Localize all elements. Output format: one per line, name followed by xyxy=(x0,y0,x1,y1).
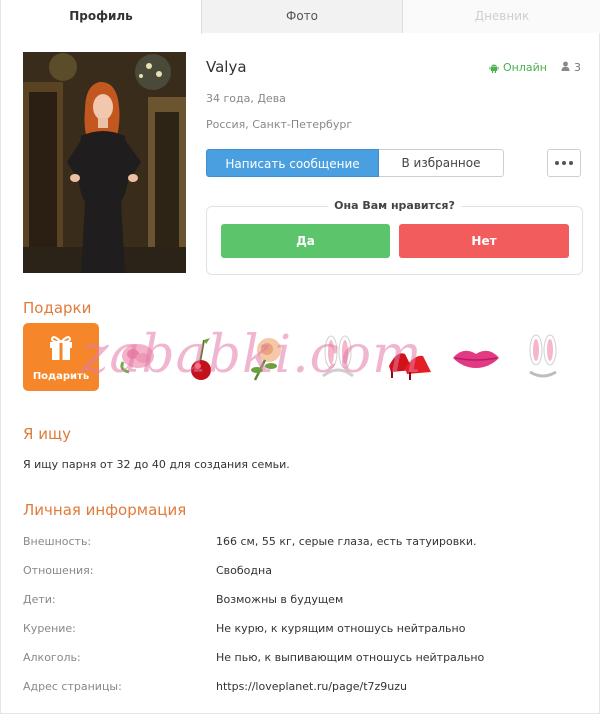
tab-photo[interactable]: Фото xyxy=(202,0,403,33)
profile-photo[interactable] xyxy=(23,52,186,273)
info-row-relationship: Отношения: Свободна xyxy=(23,564,583,580)
more-options-button[interactable] xyxy=(547,149,581,177)
info-label: Адрес страницы: xyxy=(23,680,122,693)
personal-info-heading: Личная информация xyxy=(23,501,187,519)
location: Россия, Санкт-Петербург xyxy=(206,118,353,131)
info-value: Не курю, к курящим отношусь нейтрально xyxy=(216,622,466,635)
viewers-count-value: 3 xyxy=(574,61,581,74)
tab-diary[interactable]: Дневник xyxy=(403,0,600,33)
info-label: Отношения: xyxy=(23,564,94,577)
gift-item[interactable] xyxy=(449,332,503,384)
android-icon xyxy=(489,63,499,73)
tab-profile[interactable]: Профиль xyxy=(1,0,202,34)
give-gift-label: Подарить xyxy=(32,371,90,382)
gift-item[interactable] xyxy=(241,332,295,384)
profile-page: Профиль Фото Дневник Valya Онлайн 3 34 г… xyxy=(0,0,600,714)
gift-item[interactable] xyxy=(176,332,230,384)
online-status: Онлайн xyxy=(489,61,547,74)
give-gift-button[interactable]: Подарить xyxy=(23,323,99,391)
bunny-ears-icon xyxy=(322,335,354,378)
more-dot xyxy=(562,161,566,165)
like-question: Она Вам нравится? xyxy=(207,199,582,212)
info-row-smoking: Курение: Не курю, к курящим отношусь ней… xyxy=(23,622,583,638)
more-dot xyxy=(569,161,573,165)
tab-bar: Профиль Фото Дневник xyxy=(1,0,600,34)
online-label: Онлайн xyxy=(503,61,547,74)
gift-item[interactable] xyxy=(516,332,570,384)
write-message-button[interactable]: Написать сообщение xyxy=(206,149,379,177)
page-address-link[interactable]: https://loveplanet.ru/page/t7z9uzu xyxy=(216,680,407,693)
info-row-children: Дети: Возможны в будущем xyxy=(23,593,583,609)
info-row-appearance: Внешность: 166 см, 55 кг, серые глаза, е… xyxy=(23,535,583,551)
gifts-heading: Подарки xyxy=(23,299,92,317)
info-label: Алкоголь: xyxy=(23,651,81,664)
seeking-text: Я ищу парня от 32 до 40 для создания сем… xyxy=(23,458,290,471)
gift-item[interactable] xyxy=(383,332,437,384)
info-row-page-address: Адрес страницы: https://loveplanet.ru/pa… xyxy=(23,680,583,696)
seeking-heading: Я ищу xyxy=(23,425,71,443)
red-shoes-icon xyxy=(389,353,431,380)
cherry-icon xyxy=(191,338,211,380)
lips-icon xyxy=(453,350,499,368)
user-icon xyxy=(561,61,570,74)
info-row-alcohol: Алкоголь: Не пью, к выпивающим отношусь … xyxy=(23,651,583,667)
like-panel: Она Вам нравится? Да Нет xyxy=(206,199,583,275)
like-no-button[interactable]: Нет xyxy=(399,224,569,258)
like-yes-button[interactable]: Да xyxy=(221,224,390,258)
info-value: 166 см, 55 кг, серые глаза, есть татуиро… xyxy=(216,535,477,548)
age-zodiac: 34 года, Дева xyxy=(206,92,286,105)
add-to-favorites-button[interactable]: В избранное xyxy=(379,149,504,177)
info-value: Свободна xyxy=(216,564,272,577)
rose-flower-icon xyxy=(251,338,281,381)
gift-item[interactable] xyxy=(111,332,165,384)
info-label: Курение: xyxy=(23,622,76,635)
like-question-text: Она Вам нравится? xyxy=(328,199,461,212)
info-label: Дети: xyxy=(23,593,56,606)
more-dots-icon xyxy=(555,161,559,165)
bunny-ears-icon xyxy=(529,334,557,378)
info-value: Не пью, к выпивающим отношусь нейтрально xyxy=(216,651,485,664)
rose-icon xyxy=(120,344,154,374)
info-label: Внешность: xyxy=(23,535,92,548)
profile-name: Valya xyxy=(206,58,247,76)
viewers-count: 3 xyxy=(561,61,581,74)
gift-item[interactable] xyxy=(311,332,365,384)
info-value: Возможны в будущем xyxy=(216,593,344,606)
gift-box-icon xyxy=(49,333,73,365)
